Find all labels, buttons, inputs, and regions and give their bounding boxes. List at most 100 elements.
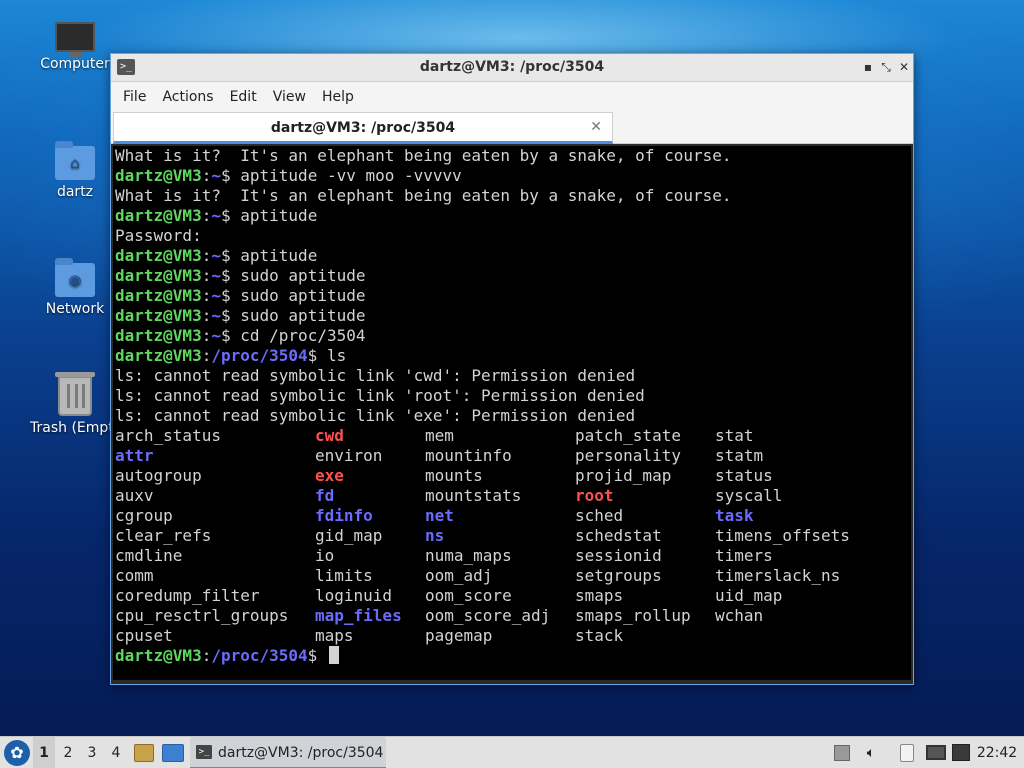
prompt-command: sudo aptitude [230, 306, 366, 325]
prompt-dollar: $ [307, 646, 318, 665]
terminal-output-line: Password: [115, 226, 202, 245]
ls-entry: cwd [315, 426, 344, 445]
ls-entry: sessionid [575, 546, 662, 565]
ls-entry: comm [115, 566, 154, 585]
ls-entry: timerslack_ns [715, 566, 841, 585]
terminal-prompt-line: dartz@VM3:~$ cd /proc/3504 [115, 326, 911, 346]
menu-actions[interactable]: Actions [154, 89, 221, 105]
ls-entry: cpu_resctrl_groups [115, 606, 289, 625]
terminal-prompt-line: dartz@VM3:~$ aptitude [115, 246, 911, 266]
workspace-2[interactable]: 2 [57, 737, 79, 768]
prompt-separator: : [201, 346, 212, 365]
taskbar-task-terminal[interactable]: >_ dartz@VM3: /proc/3504 [190, 737, 386, 768]
terminal-prompt-line: dartz@VM3:~$ aptitude [115, 206, 911, 226]
network-icon[interactable] [952, 744, 970, 761]
ls-entry: root [575, 486, 614, 505]
ls-entry: maps [315, 626, 354, 645]
workspace-3[interactable]: 3 [81, 737, 103, 768]
ls-entry: environ [315, 446, 383, 465]
clock: 22:42 [976, 745, 1018, 761]
menu-view[interactable]: View [265, 89, 314, 105]
prompt-dollar: $ [307, 346, 318, 365]
ls-entry: limits [315, 566, 373, 585]
tab-bar: dartz@VM3: /proc/3504 ✕ [111, 112, 913, 144]
display-icon[interactable] [926, 745, 946, 760]
home-folder-icon: ⌂ [55, 141, 95, 180]
ls-entry: wchan [715, 606, 764, 625]
ls-entry: oom_score_adj [425, 606, 551, 625]
prompt-path: ~ [211, 166, 221, 185]
prompt-user: dartz@VM3 [115, 246, 202, 265]
ls-entry: personality [575, 446, 681, 465]
prompt-dollar: $ [220, 266, 231, 285]
ls-entry: task [715, 506, 754, 525]
prompt-user: dartz@VM3 [115, 266, 202, 285]
prompt-path: ~ [211, 286, 221, 305]
prompt-dollar: $ [220, 246, 231, 265]
ls-entry: net [425, 506, 454, 525]
ls-entry: clear_refs [115, 526, 212, 545]
menu-edit[interactable]: Edit [222, 89, 265, 105]
menu-file[interactable]: File [115, 89, 154, 105]
prompt-dollar: $ [220, 326, 231, 345]
desktop-icon-label: Network [45, 301, 105, 317]
prompt-separator: : [201, 166, 212, 185]
workspace-4[interactable]: 4 [105, 737, 127, 768]
show-desktop-icon[interactable] [162, 744, 184, 762]
ls-entry: schedstat [575, 526, 662, 545]
menu-bar: File Actions Edit View Help [111, 82, 913, 112]
window-titlebar[interactable]: >_ dartz@VM3: /proc/3504 ▪ ⤡ ✕ [111, 54, 913, 82]
prompt-user: dartz@VM3 [115, 346, 202, 365]
notes-icon[interactable] [834, 745, 850, 761]
terminal-output[interactable]: What is it? It's an elephant being eaten… [113, 146, 911, 680]
ls-entry: stat [715, 426, 754, 445]
start-menu-icon[interactable]: ✿ [4, 740, 30, 766]
ls-row: cpuset maps pagemap stack [115, 626, 911, 646]
close-button[interactable]: ✕ [895, 58, 913, 76]
prompt-path: ~ [211, 326, 221, 345]
ls-entry: timers [715, 546, 773, 565]
ls-entry: fd [315, 486, 335, 505]
volume-icon[interactable]: 🔈︎ [862, 737, 880, 768]
workspace-1[interactable]: 1 [33, 737, 55, 768]
terminal-prompt-line: dartz@VM3:~$ sudo aptitude [115, 286, 911, 306]
ls-entry [715, 626, 865, 646]
prompt-path: /proc/3504 [211, 346, 308, 365]
terminal-window: >_ dartz@VM3: /proc/3504 ▪ ⤡ ✕ File Acti… [110, 53, 914, 685]
menu-help[interactable]: Help [314, 89, 362, 105]
ls-entry: fdinfo [315, 506, 373, 525]
ls-entry: cmdline [115, 546, 183, 565]
ls-entry: smaps [575, 586, 624, 605]
terminal-prompt-line: dartz@VM3:~$ sudo aptitude [115, 266, 911, 286]
desktop-icon-label: Computer [40, 56, 110, 72]
prompt-path: ~ [211, 246, 221, 265]
ls-entry: auxv [115, 486, 154, 505]
clipboard-icon[interactable] [900, 744, 914, 762]
ls-entry: cpuset [115, 626, 173, 645]
prompt-separator: : [201, 646, 212, 665]
ls-entry: smaps_rollup [575, 606, 691, 625]
ls-entry: io [315, 546, 335, 565]
terminal-prompt-line: dartz@VM3:~$ aptitude -vv moo -vvvvv [115, 166, 911, 186]
maximize-button[interactable]: ⤡ [877, 58, 895, 76]
ls-entry: mountstats [425, 486, 522, 505]
prompt-command: aptitude [230, 246, 318, 265]
prompt-separator: : [201, 286, 212, 305]
prompt-command: cd /proc/3504 [230, 326, 366, 345]
terminal-icon: >_ [196, 745, 212, 759]
trash-icon [55, 372, 95, 416]
prompt-dollar: $ [220, 166, 231, 185]
ls-entry: arch_status [115, 426, 221, 445]
ls-entry: attr [115, 446, 154, 465]
ls-entry: autogroup [115, 466, 202, 485]
prompt-separator: : [201, 206, 212, 225]
file-manager-icon[interactable] [134, 744, 154, 762]
ls-entry: oom_score [425, 586, 512, 605]
minimize-button[interactable]: ▪ [859, 58, 877, 76]
prompt-path: ~ [211, 306, 221, 325]
tab-close-icon[interactable]: ✕ [590, 119, 602, 135]
prompt-command: ls [317, 346, 347, 365]
terminal-output-line: What is it? It's an elephant being eaten… [115, 146, 732, 165]
tab-terminal[interactable]: dartz@VM3: /proc/3504 ✕ [113, 112, 613, 144]
ls-row: auxv fd mountstats root syscall [115, 486, 911, 506]
